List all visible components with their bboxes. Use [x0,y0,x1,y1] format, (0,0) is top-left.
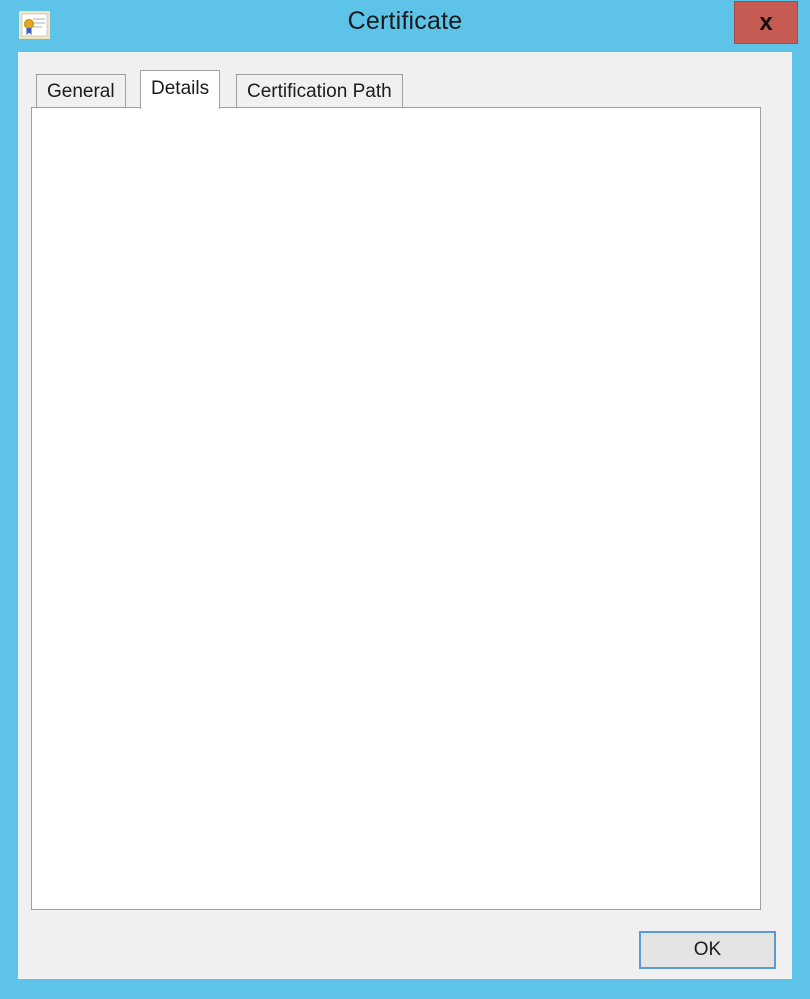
tab-strip: General Details Certification Path [36,70,774,109]
tab-details[interactable]: Details [140,70,221,109]
tab-panel [31,107,761,910]
certificate-dialog-window: Certificate x General Details Certificat… [0,0,810,999]
close-icon: x [759,9,773,36]
close-button[interactable]: x [734,1,798,44]
tab-general[interactable]: General [36,74,126,108]
window-title: Certificate [347,7,463,35]
title-bar: Certificate x [0,0,810,52]
tab-certification-path[interactable]: Certification Path [236,74,403,108]
ok-button[interactable]: OK [639,931,776,969]
dialog-body: General Details Certification Path Show:… [18,52,792,979]
